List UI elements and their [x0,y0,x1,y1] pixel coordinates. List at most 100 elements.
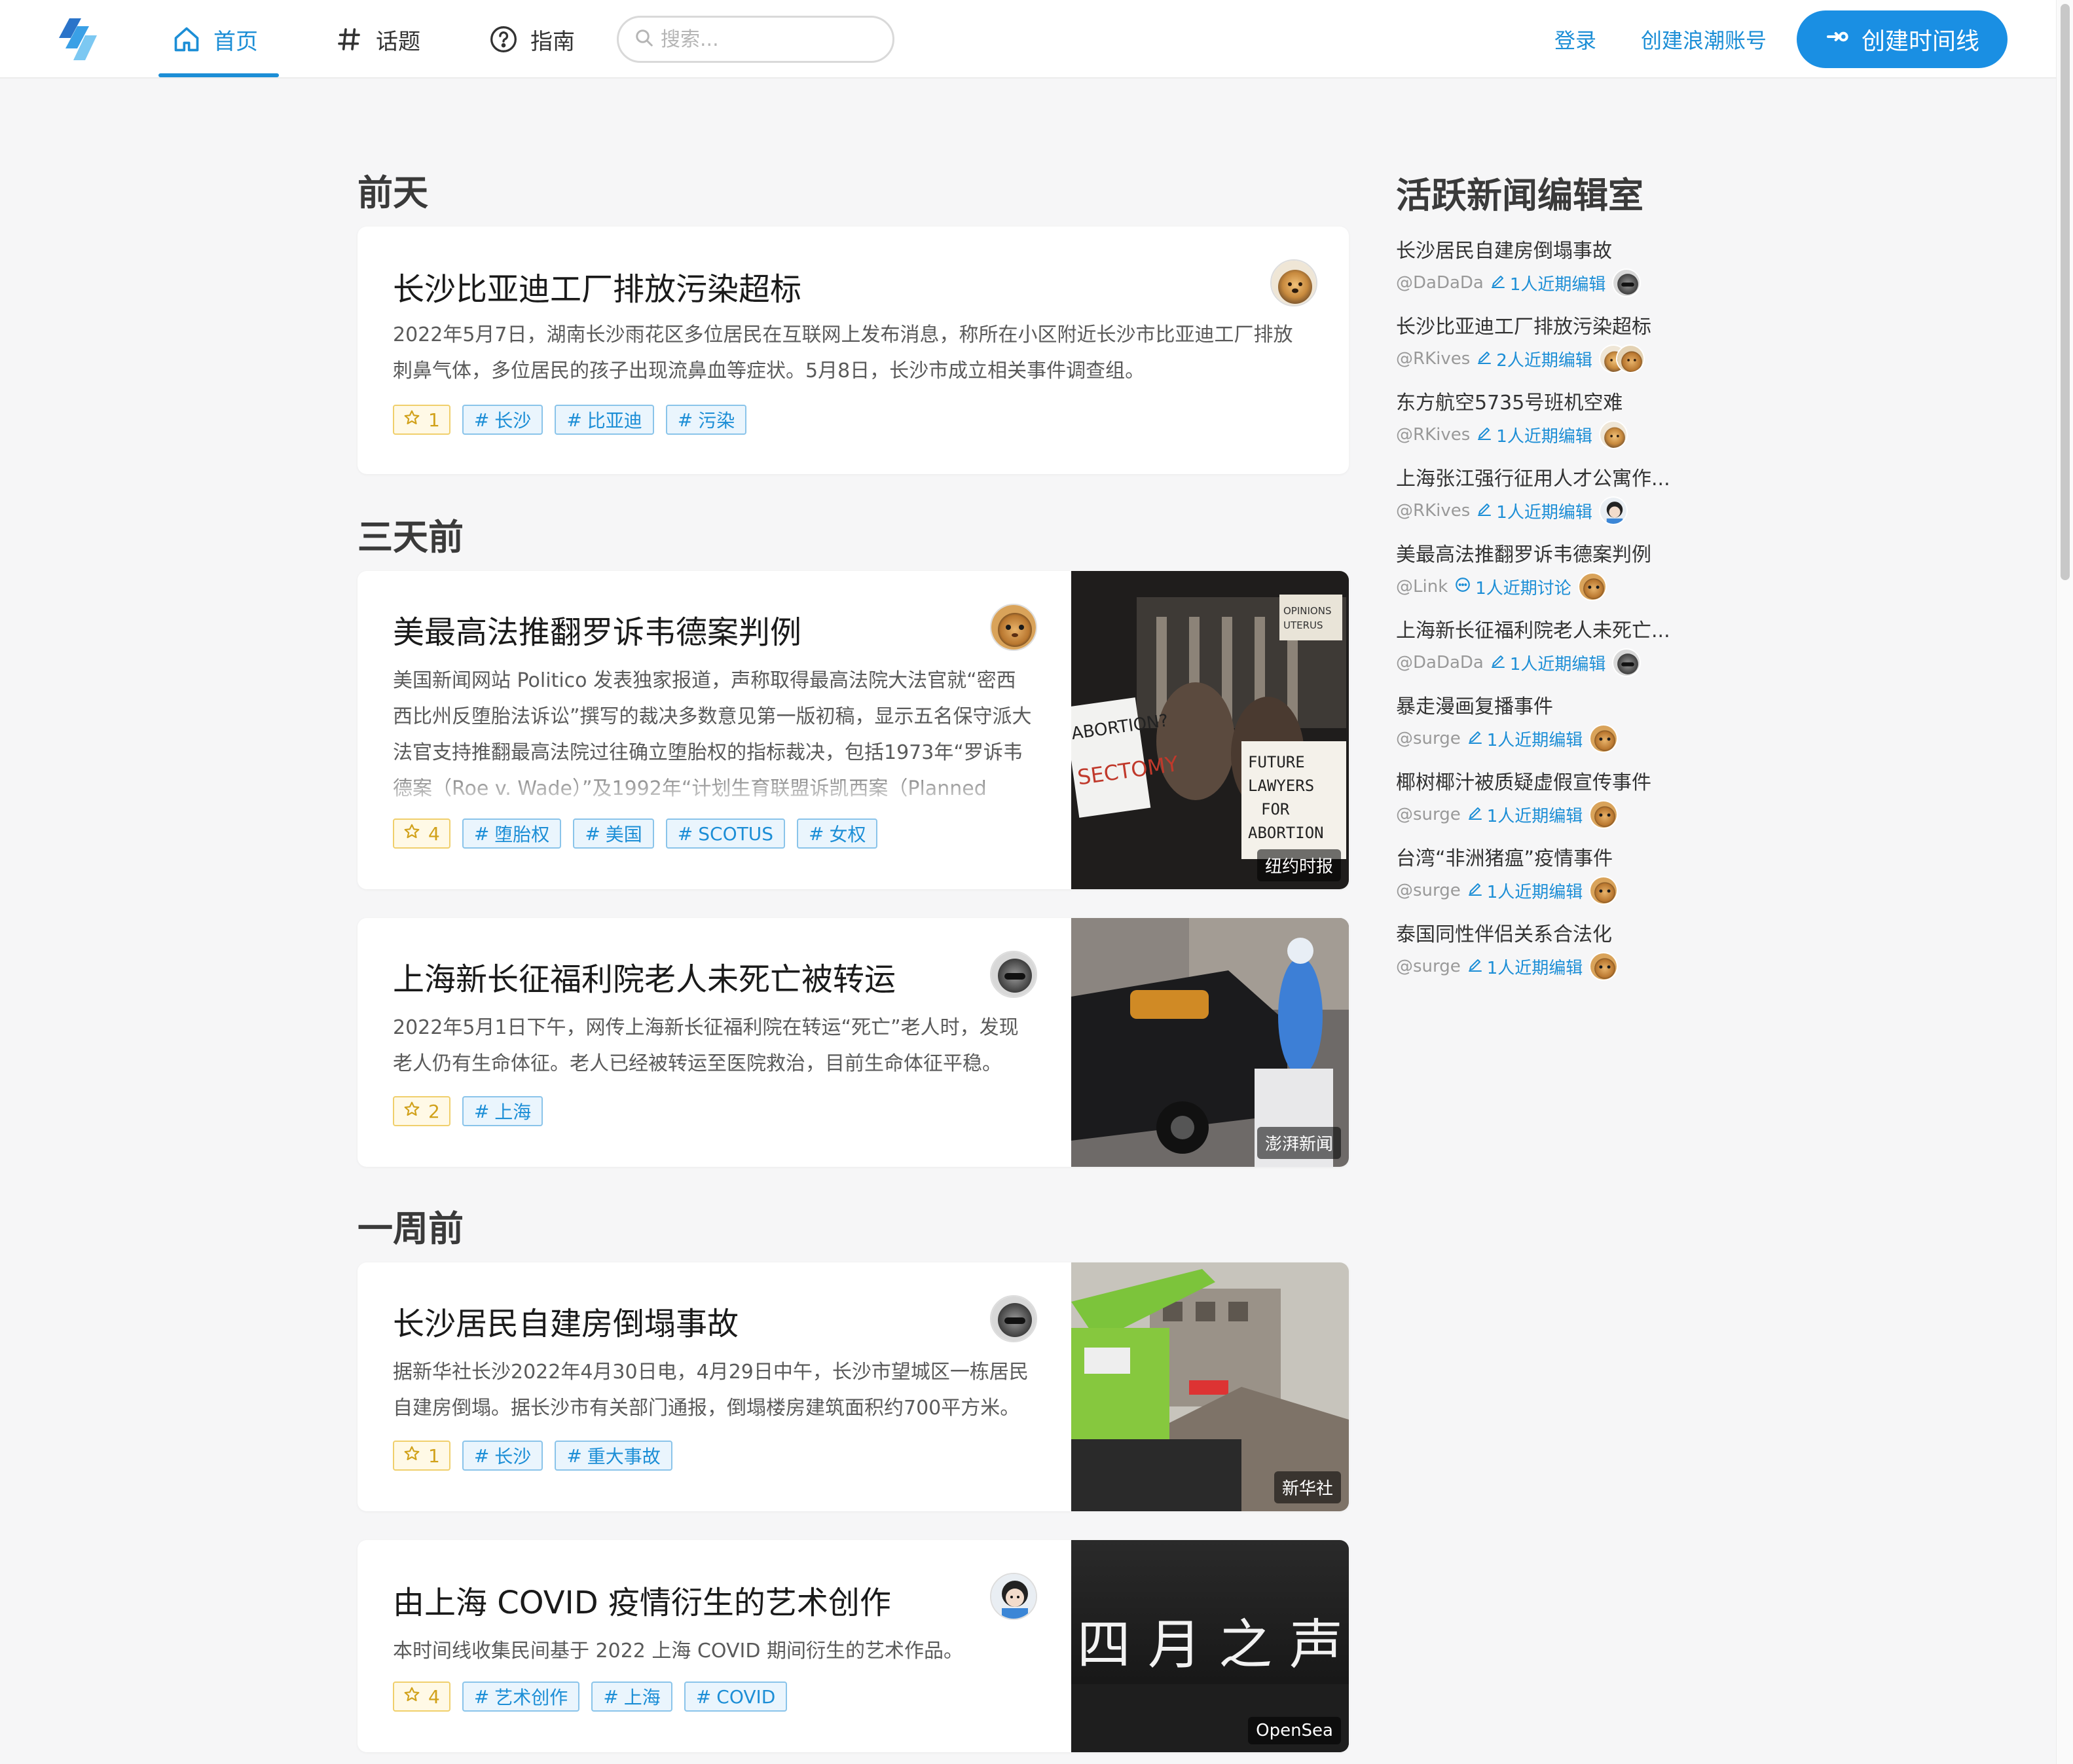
card-image-transport[interactable]: 澎湃新闻 [1071,918,1349,1167]
editor-avatar[interactable] [1270,259,1317,306]
newsroom-item-edits[interactable]: 1人近期编辑 [1490,651,1605,675]
avatar[interactable] [1589,724,1619,753]
newsroom-item-edits[interactable]: 1人近期编辑 [1477,499,1592,523]
search-box[interactable] [617,16,894,63]
newsroom-item-user[interactable]: @surge [1396,957,1461,976]
card-image-collapse[interactable]: 新华社 [1071,1262,1349,1511]
topic-tag[interactable]: # 重大事故 [555,1441,672,1471]
newsroom-item-edits[interactable]: 1人近期编辑 [1467,803,1583,827]
newsroom-item-edits[interactable]: 1人近期编辑 [1490,271,1605,295]
nav-topics[interactable]: 话题 [334,0,420,79]
avatar[interactable] [1598,420,1628,449]
newsroom-item-title[interactable]: 东方航空5735号班机空难 [1396,386,1684,415]
newsroom-item-user[interactable]: @surge [1396,881,1461,900]
newsroom-item-user[interactable]: @Link [1396,577,1448,597]
newsroom-item-title[interactable]: 长沙居民自建房倒塌事故 [1396,234,1684,263]
star-count[interactable]: 1 [393,405,450,435]
avatar[interactable] [1577,572,1607,601]
topic-tag[interactable]: # 长沙 [462,405,543,435]
timeline-card[interactable]: 长沙居民自建房倒塌事故 据新华社长沙2022年4月30日电，4月29日中午，长沙… [358,1262,1349,1511]
newsroom-item-user[interactable]: @DaDaDa [1396,653,1484,672]
editor-avatar[interactable] [990,604,1037,651]
topic-tag[interactable]: # 污染 [665,405,747,435]
avatar[interactable] [1598,496,1628,525]
newsroom-item[interactable]: 东方航空5735号班机空难 @RKives 1人近期编辑 [1396,386,1684,449]
star-icon [403,1445,420,1467]
newsroom-item-edits[interactable]: 1人近期编辑 [1467,727,1583,751]
newsroom-item[interactable]: 上海张江强行征用人才公寓作... @RKives 1人近期编辑 [1396,462,1684,525]
topic-tag[interactable]: # 艺术创作 [462,1681,580,1712]
avatar[interactable] [1612,268,1642,297]
timeline-card[interactable]: 长沙比亚迪工厂排放污染超标 2022年5月7日，湖南长沙雨花区多位居民在互联网上… [358,227,1349,474]
topic-tag[interactable]: # 上海 [591,1681,672,1712]
nav-guide[interactable]: 指南 [488,0,575,79]
star-count[interactable]: 4 [393,1681,450,1712]
register-link[interactable]: 创建浪潮账号 [1641,0,1767,79]
scrollbar[interactable] [2056,0,2073,1764]
avatar[interactable] [1589,952,1619,981]
newsroom-item[interactable]: 美最高法推翻罗诉韦德案判例 @Link 1人近期讨论 [1396,538,1684,601]
scrollbar-thumb[interactable] [2061,4,2070,580]
newsroom-item-title[interactable]: 椰树椰汁被质疑虚假宣传事件 [1396,766,1684,795]
timeline-card[interactable]: 上海新长征福利院老人未死亡被转运 2022年5月1日下午，网传上海新长征福利院在… [358,918,1349,1167]
langchao-logo-icon[interactable] [55,17,101,63]
timeline-card[interactable]: 由上海 COVID 疫情衍生的艺术创作 本时间线收集民间基于 2022 上海 C… [358,1540,1349,1752]
card-title[interactable]: 美最高法推翻罗诉韦德案判例 [393,606,801,652]
card-title[interactable]: 长沙居民自建房倒塌事故 [393,1298,739,1344]
star-count[interactable]: 2 [393,1096,450,1126]
topic-tag[interactable]: # COVID [684,1681,788,1712]
newsroom-item[interactable]: 暴走漫画复播事件 @surge 1人近期编辑 [1396,690,1684,753]
newsroom-item-title[interactable]: 美最高法推翻罗诉韦德案判例 [1396,538,1684,567]
topic-tag[interactable]: # 比亚迪 [555,405,654,435]
topic-tag[interactable]: # 长沙 [462,1441,543,1471]
avatar[interactable] [1589,800,1619,829]
newsroom-item-edits[interactable]: 1人近期编辑 [1477,423,1592,447]
newsroom-item-title[interactable]: 上海新长征福利院老人未死亡... [1396,614,1684,643]
star-count[interactable]: 4 [393,818,450,849]
create-timeline-button[interactable]: 创建时间线 [1797,10,2008,68]
editor-avatar[interactable] [990,1573,1037,1620]
editor-avatar[interactable] [990,951,1037,998]
newsroom-item-user[interactable]: @surge [1396,805,1461,824]
newsroom-item-user[interactable]: @RKives [1396,425,1470,445]
topic-tag[interactable]: # 堕胎权 [462,818,562,849]
star-count[interactable]: 1 [393,1441,450,1471]
newsroom-item-edits[interactable]: 2人近期编辑 [1477,347,1592,371]
newsroom-item[interactable]: 长沙居民自建房倒塌事故 @DaDaDa 1人近期编辑 [1396,234,1684,297]
card-image-art[interactable]: 四 月 之 声 OpenSea [1071,1540,1349,1752]
newsroom-item-user[interactable]: @DaDaDa [1396,273,1484,293]
card-description: 美国新闻网站 Politico 发表独家报道，声称取得最高法院大法官就“密西西比… [393,669,1032,800]
newsroom-item[interactable]: 长沙比亚迪工厂排放污染超标 @RKives 2人近期编辑 [1396,310,1684,373]
newsroom-item-user[interactable]: @RKives [1396,349,1470,369]
newsroom-item-edits[interactable]: 1人近期编辑 [1467,955,1583,979]
newsroom-item-title[interactable]: 台湾“非洲猪瘟”疫情事件 [1396,842,1684,871]
avatar[interactable] [1615,344,1645,373]
login-link[interactable]: 登录 [1554,0,1596,79]
newsroom-item-title[interactable]: 长沙比亚迪工厂排放污染超标 [1396,310,1684,339]
card-image-protest[interactable]: ABORTION? SECTOMY FUTURE LAWYERS FOR ABO… [1071,571,1349,889]
newsroom-item[interactable]: 椰树椰汁被质疑虚假宣传事件 @surge 1人近期编辑 [1396,766,1684,829]
topic-tag[interactable]: # SCOTUS [665,818,785,849]
newsroom-item[interactable]: 上海新长征福利院老人未死亡... @DaDaDa 1人近期编辑 [1396,614,1684,677]
avatar[interactable] [1612,648,1642,677]
timeline-card[interactable]: 美最高法推翻罗诉韦德案判例 美国新闻网站 Politico 发表独家报道，声称取… [358,571,1349,889]
newsroom-item[interactable]: 泰国同性伴侣关系合法化 @surge 1人近期编辑 [1396,918,1684,981]
card-title[interactable]: 长沙比亚迪工厂排放污染超标 [393,263,801,309]
newsroom-item-title[interactable]: 泰国同性伴侣关系合法化 [1396,918,1684,947]
avatar[interactable] [1589,876,1619,905]
newsroom-item-user[interactable]: @surge [1396,729,1461,748]
newsroom-item-title[interactable]: 上海张江强行征用人才公寓作... [1396,462,1684,491]
topic-tag[interactable]: # 美国 [573,818,654,849]
newsroom-item-edits[interactable]: 1人近期编辑 [1467,879,1583,903]
topic-tag[interactable]: # 女权 [797,818,878,849]
search-input[interactable] [661,28,877,51]
newsroom-item[interactable]: 台湾“非洲猪瘟”疫情事件 @surge 1人近期编辑 [1396,842,1684,905]
newsroom-item-edits[interactable]: 1人近期讨论 [1454,575,1571,599]
nav-home[interactable]: 首页 [172,0,258,79]
newsroom-item-title[interactable]: 暴走漫画复播事件 [1396,690,1684,719]
editor-avatar[interactable] [990,1295,1037,1342]
card-title[interactable]: 上海新长征福利院老人未死亡被转运 [393,953,896,999]
topic-tag[interactable]: # 上海 [462,1096,543,1126]
card-title[interactable]: 由上海 COVID 疫情衍生的艺术创作 [393,1577,891,1623]
newsroom-item-user[interactable]: @RKives [1396,501,1470,521]
